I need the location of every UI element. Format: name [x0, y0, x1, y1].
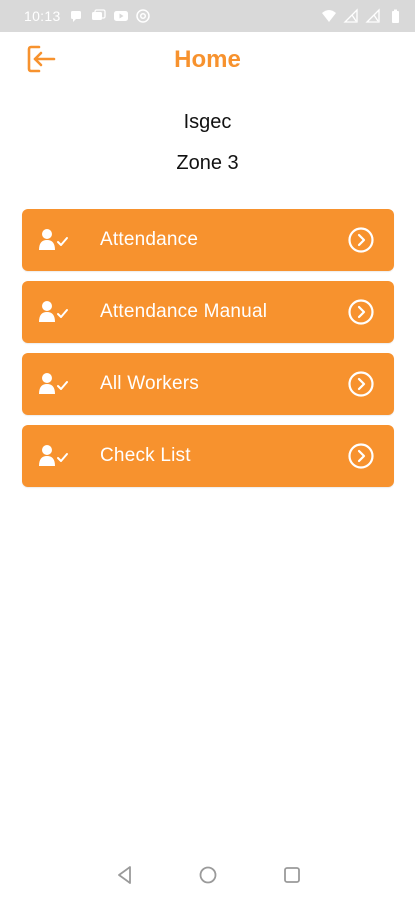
- user-check-icon: [39, 373, 69, 395]
- chevron-right-circle-icon: [348, 443, 374, 469]
- user-check-icon: [39, 445, 69, 467]
- zone-name: Zone 3: [176, 152, 239, 174]
- chevron-right-circle-icon: [348, 227, 374, 253]
- menu-item-label: Attendance: [100, 229, 199, 250]
- status-notification-icons: [69, 8, 151, 24]
- recents-icon[interactable]: [281, 864, 303, 886]
- user-check-icon: [39, 229, 69, 251]
- chevron-right-circle-icon: [348, 299, 374, 325]
- menu-item-check-list[interactable]: Check List: [22, 425, 394, 487]
- chevron-right-circle-icon: [348, 371, 374, 397]
- menu-item-label: Attendance Manual: [100, 301, 268, 322]
- youtube-icon: [113, 8, 129, 24]
- menu-item-attendance[interactable]: Attendance: [22, 209, 394, 271]
- signal-icon: [343, 8, 359, 24]
- company-name: Isgec: [183, 111, 232, 133]
- status-time: 10:13: [24, 8, 61, 24]
- signal-icon: [365, 8, 381, 24]
- menu-item-label: All Workers: [100, 373, 199, 394]
- menu-list: Attendance Attendance Manual All Workers…: [22, 209, 394, 487]
- status-bar: 10:13: [0, 0, 415, 32]
- page-title: Home: [174, 46, 241, 73]
- app-header: Home: [0, 32, 415, 92]
- menu-item-all-workers[interactable]: All Workers: [22, 353, 394, 415]
- menu-item-label: Check List: [100, 445, 191, 466]
- chat-icon: [69, 8, 85, 24]
- system-nav-bar: [0, 850, 415, 900]
- chat-icon: [91, 8, 107, 24]
- user-check-icon: [39, 301, 69, 323]
- status-system-icons: [321, 8, 403, 24]
- at-icon: [135, 8, 151, 24]
- back-icon[interactable]: [114, 864, 136, 886]
- home-icon[interactable]: [197, 864, 219, 886]
- wifi-icon: [321, 8, 337, 24]
- battery-icon: [387, 8, 403, 24]
- menu-item-attendance-manual[interactable]: Attendance Manual: [22, 281, 394, 343]
